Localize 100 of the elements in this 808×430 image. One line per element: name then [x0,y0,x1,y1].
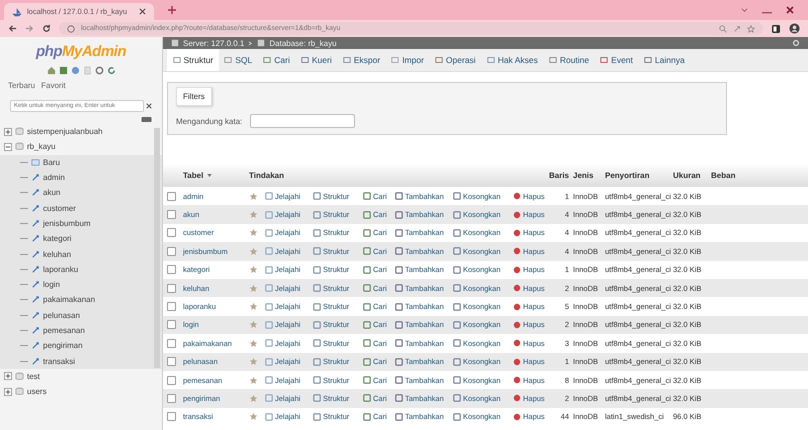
column-header[interactable]: Baris [551,170,573,180]
star-icon[interactable] [249,228,258,238]
breadcrumb-link[interactable]: Server: 127.0.0.1 [183,38,244,48]
tab[interactable]: SQL [218,49,258,71]
column-header[interactable]: Penyortiran [605,170,673,180]
table-icon [31,264,40,274]
star-icon[interactable] [249,284,258,293]
table-icon [31,250,40,259]
table-icon [31,234,40,244]
tree-item[interactable]: akun [0,185,162,200]
chevron-down-icon[interactable] [741,7,748,14]
tree-item[interactable]: transaksi [0,353,162,369]
tab-icon [172,56,180,64]
star-icon[interactable] [249,376,258,385]
table-icon [31,280,40,290]
star-icon[interactable] [249,246,258,256]
star-icon[interactable] [249,357,258,366]
star-icon[interactable] [249,412,258,422]
tab[interactable]: Event [594,49,638,71]
column-header[interactable]: Beban [711,170,808,180]
tab[interactable]: Operasi [429,49,482,71]
plus-icon[interactable] [168,6,176,14]
row-checkbox[interactable] [167,228,176,238]
plus-icon[interactable] [4,372,12,380]
tree-item[interactable]: sistempenjualanbuah [0,124,162,140]
star-icon[interactable] [747,24,755,32]
tree-item[interactable]: keluhan [0,246,162,262]
tab[interactable]: Lainnya [638,49,690,71]
tab-icon [600,56,608,64]
sidebar-icon[interactable] [771,24,781,34]
filter-input[interactable] [250,114,356,128]
row-checkbox[interactable] [167,338,176,348]
table-icon [31,173,40,182]
sidebar-link[interactable]: Terbaru [8,81,36,90]
row-checkbox[interactable] [167,284,176,293]
forward-icon[interactable] [25,24,34,33]
share-icon[interactable] [733,24,741,32]
zoom-icon[interactable] [719,24,727,32]
row-checkbox[interactable] [167,246,176,256]
tab-icon [263,56,272,64]
table-icon [31,204,40,213]
plus-icon[interactable] [4,128,12,136]
close-icon[interactable] [139,8,146,15]
tree-item[interactable]: test [0,368,162,384]
clear-icon[interactable] [146,103,152,109]
tab[interactable]: Cari [258,49,296,71]
star-icon[interactable] [249,394,258,403]
star-icon[interactable] [249,320,258,330]
star-icon[interactable] [249,265,258,274]
tab[interactable]: Routine [543,49,595,71]
tree-item[interactable]: admin [0,170,162,186]
tab[interactable]: Kueri [295,49,338,71]
tree-item[interactable]: jenisbumbum [0,216,162,232]
column-header[interactable]: Ukuran [673,170,711,180]
row-checkbox[interactable] [167,265,176,274]
reload-icon[interactable] [42,24,51,33]
star-icon[interactable] [249,302,258,312]
tree-item[interactable]: pengiriman [0,338,162,354]
star-icon[interactable] [249,192,258,201]
row-checkbox[interactable] [167,412,176,422]
close-icon[interactable] [786,6,794,14]
tree-item[interactable]: login [0,276,162,292]
row-checkbox[interactable] [167,394,176,403]
star-icon[interactable] [249,338,258,348]
minimize-icon[interactable] [762,12,772,14]
row-checkbox[interactable] [167,302,176,312]
home-icon[interactable] [46,66,56,75]
tab[interactable]: Struktur [167,49,219,71]
tree-item[interactable]: pakaimakanan [0,292,162,308]
row-checkbox[interactable] [167,376,176,385]
reload-icon[interactable] [106,66,116,75]
tree-item[interactable]: kategori [0,231,162,246]
ship-icon [12,6,22,16]
row-checkbox[interactable] [167,320,176,330]
collapse-icon[interactable] [141,117,152,122]
column-header[interactable]: Jenis [573,170,605,180]
back-icon[interactable] [8,24,17,33]
plus-icon[interactable] [4,388,12,396]
row-checkbox[interactable] [167,192,176,201]
minus-icon[interactable] [4,142,12,151]
tree-item[interactable]: rb_kayu [0,139,162,155]
profile-icon[interactable] [789,23,800,34]
tab-icon [300,56,309,64]
tree-item[interactable]: users [0,384,162,400]
tree-item[interactable]: laporanku [0,262,162,277]
row-checkbox[interactable] [167,210,176,220]
row-checkbox[interactable] [167,357,176,366]
table-icon [31,310,40,320]
sidebar-link[interactable]: Favorit [41,81,66,90]
star-icon[interactable] [249,210,258,220]
tree-item[interactable]: customer [0,200,162,216]
breadcrumb-link[interactable]: Database: rb_kayu [269,38,337,48]
tree-item[interactable]: Baru [0,154,162,170]
tab[interactable]: Hak Akses [481,49,544,71]
column-header[interactable]: Tabel [183,170,249,180]
tab[interactable]: Ekspor [337,49,386,71]
logo[interactable]: phpMyAdmin [36,43,126,60]
tree-item[interactable]: pelunasan [0,308,162,323]
tab[interactable]: Impor [386,49,430,71]
tree-item[interactable]: pemesanan [0,322,162,338]
